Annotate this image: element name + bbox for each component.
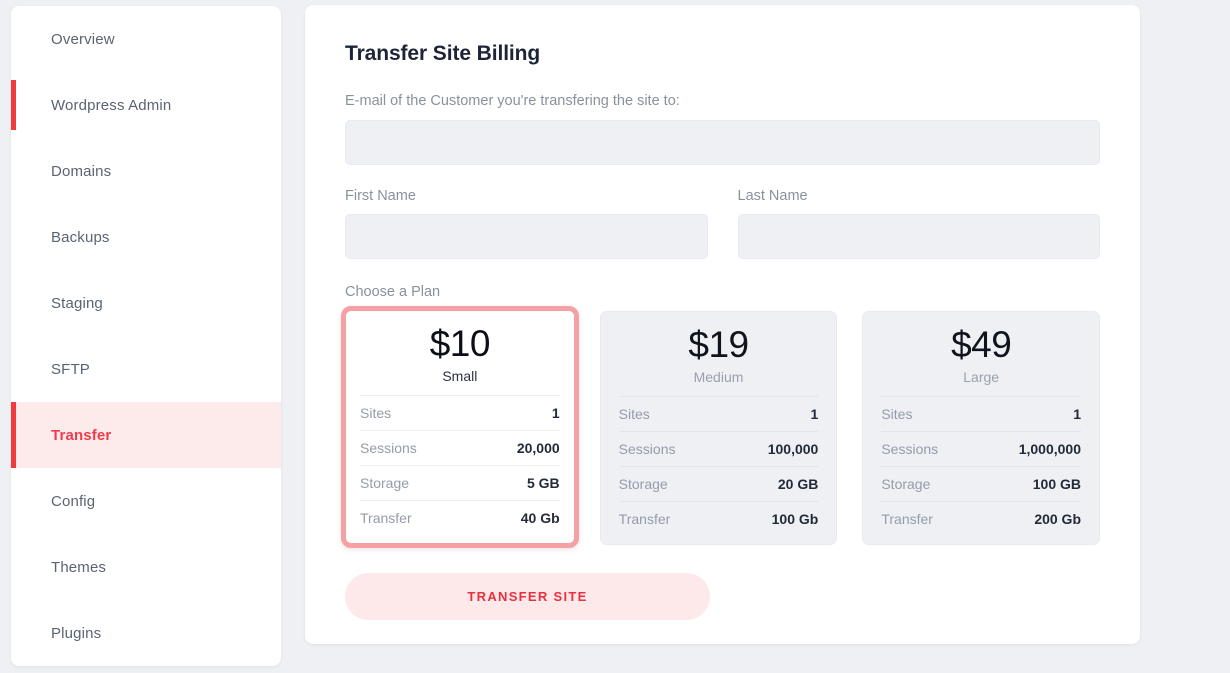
sidebar-item-label: Backups [51, 228, 110, 246]
plan-name: Large [963, 369, 1000, 386]
plan-spec-value: 1 [1073, 406, 1082, 423]
plan-spec-key: Storage [360, 475, 410, 492]
sidebar-item-label: Domains [51, 162, 112, 180]
plan-spec-key: Sites [360, 405, 392, 422]
plan-spec-key: Sites [881, 406, 913, 423]
sidebar-item-label: Config [51, 492, 96, 510]
sidebar-item-staging[interactable]: Staging [11, 270, 281, 336]
first-name-input[interactable] [345, 214, 708, 259]
plan-spec-value: 100,000 [767, 441, 819, 458]
plan-spec-key: Sites [618, 406, 650, 423]
plan-spec-key: Storage [618, 476, 668, 493]
plan-spec-key: Transfer [360, 510, 412, 527]
plan-price: $10 [429, 322, 491, 364]
sidebar-item-label: Overview [51, 30, 115, 48]
plan-spec-value: 20,000 [516, 440, 560, 457]
sidebar-item-backups[interactable]: Backups [11, 204, 281, 270]
plan-spec-value: 200 Gb [1034, 511, 1082, 528]
plan-spec-value: 20 GB [777, 476, 819, 493]
plan-spec-row: Storage 100 GB [881, 466, 1082, 501]
plan-spec-value: 40 Gb [520, 510, 560, 527]
sidebar-item-domains[interactable]: Domains [11, 138, 281, 204]
app-root: Overview Wordpress Admin Domains Backups Sta… [0, 0, 1230, 673]
plan-spec-row: Sessions 20,000 [360, 430, 560, 465]
sidebar-item-transfer[interactable]: Transfer [11, 402, 281, 468]
email-field-group: E-mail of the Customer you're transferin… [345, 94, 1100, 165]
plan-spec-key: Transfer [881, 511, 933, 528]
name-fields-row: First Name Last Name [345, 187, 1100, 259]
sidebar-nav-list: Overview Wordpress Admin Domains Backups Sta… [11, 6, 281, 666]
plan-spec-row: Storage 5 GB [360, 465, 560, 500]
plan-spec-value: 100 Gb [771, 511, 819, 528]
plan-name: Small [442, 368, 478, 385]
sidebar-item-themes[interactable]: Themes [11, 534, 281, 600]
plan-spec-value: 100 GB [1032, 476, 1082, 493]
sidebar-item-label: Staging [51, 294, 103, 312]
sidebar-item-sftp[interactable]: SFTP [11, 336, 281, 402]
sidebar-item-overview[interactable]: Overview [11, 6, 281, 72]
plan-spec-row: Sites 1 [618, 396, 819, 431]
email-input[interactable] [345, 119, 1100, 165]
sidebar-item-label: SFTP [51, 360, 90, 378]
sidebar-item-wordpress-admin[interactable]: Wordpress Admin [11, 72, 281, 138]
plan-spec-row: Sites 1 [360, 395, 560, 430]
plan-spec-value: 1 [551, 405, 560, 422]
first-name-field-group: First Name [345, 187, 708, 259]
plan-spec-row: Sessions 100,000 [618, 431, 819, 466]
last-name-input[interactable] [737, 214, 1100, 259]
plan-spec-key: Transfer [618, 511, 671, 528]
sidebar-item-label: Transfer [51, 426, 112, 444]
plan-spec-key: Sessions [618, 441, 676, 458]
plan-spec-value: 1 [810, 406, 819, 423]
sidebar-item-label: Wordpress Admin [51, 96, 172, 114]
plan-spec-value: 1,000,000 [1018, 441, 1082, 458]
last-name-field-group: Last Name [737, 187, 1100, 259]
transfer-site-button[interactable]: Transfer Site [345, 573, 710, 621]
plan-spec-row: Sessions 1,000,000 [881, 431, 1082, 466]
plan-spec-key: Sessions [360, 440, 417, 457]
plan-spec-row: Transfer 40 Gb [360, 500, 560, 535]
sidebar-item-plugins[interactable]: Plugins [11, 600, 281, 666]
choose-plan-label: Choose a Plan [345, 284, 441, 300]
submit-row: Transfer Site [345, 573, 1100, 621]
plan-card-large[interactable]: $49 Large Sites 1 Sessions 1,000,000 Storage 10… [862, 310, 1101, 546]
plan-spec-row: Transfer 100 Gb [618, 501, 819, 536]
sidebar-item-config[interactable]: Config [11, 468, 281, 534]
plan-card-small[interactable]: $10 Small Sites 1 Sessions 20,000 Storage 5 GB T… [341, 305, 579, 549]
last-name-label: Last Name [737, 187, 808, 204]
sidebar: Overview Wordpress Admin Domains Backups Sta… [11, 6, 281, 666]
sidebar-item-label: Plugins [51, 624, 102, 642]
plan-spec-row: Storage 20 GB [618, 466, 819, 501]
plan-spec-row: Transfer 200 Gb [881, 501, 1082, 536]
plan-spec-value: 5 GB [526, 475, 560, 492]
page-title: Transfer Site Billing [345, 42, 541, 65]
plan-price: $49 [951, 323, 1012, 365]
plan-card-medium[interactable]: $19 Medium Sites 1 Sessions 100,000 Storage 20 … [599, 310, 838, 546]
plan-spec-row: Sites 1 [881, 396, 1082, 431]
plan-selector: $10 Small Sites 1 Sessions 20,000 Storage 5 GB T… [341, 305, 1101, 549]
plan-spec-key: Storage [881, 476, 931, 493]
email-field-label: E-mail of the Customer you're transferin… [345, 93, 680, 109]
first-name-label: First Name [345, 187, 416, 204]
plan-name: Medium [693, 369, 744, 386]
plan-price: $19 [688, 323, 749, 365]
plan-spec-key: Sessions [881, 441, 939, 458]
main-content-card: Transfer Site Billing E-mail of the Cust… [305, 5, 1140, 644]
sidebar-item-label: Themes [51, 558, 107, 576]
